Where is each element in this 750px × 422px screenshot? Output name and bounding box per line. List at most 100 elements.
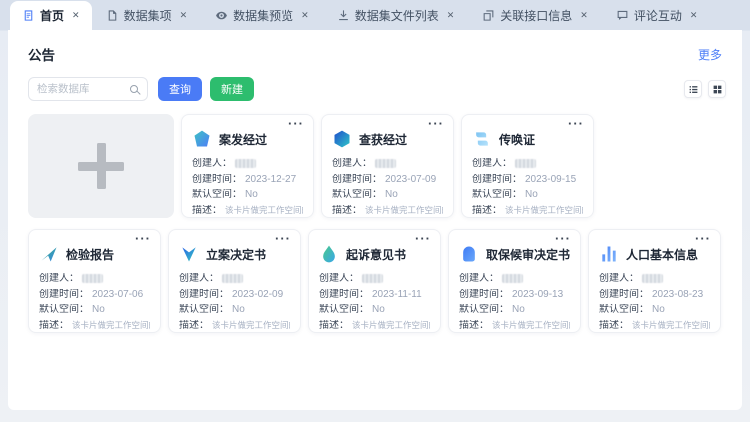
- description-label: 描述：: [459, 320, 489, 331]
- card-fields: 创建人： 创建时间： 2023-12-27 默认空间： No 描述： 该卡片做完…: [192, 158, 303, 216]
- tab[interactable]: 数据集项 ✕: [92, 1, 202, 30]
- default-space-value: No: [372, 304, 385, 315]
- created-at-label: 创建时间：: [599, 289, 649, 300]
- dataset-card[interactable]: ··· 传唤证 创建人： 创建时间： 2023-09-15 默认空间：: [461, 114, 594, 218]
- description-value: 该卡片做完工作空间的展示: [212, 320, 290, 331]
- created-at-value: 2023-07-09: [385, 174, 436, 185]
- description-field: 描述： 该卡片做完工作空间的展示: [459, 320, 570, 331]
- creator-label: 创建人：: [179, 273, 219, 284]
- description-label: 描述：: [599, 320, 629, 331]
- created-at-value: 2023-02-09: [232, 289, 283, 300]
- more-menu-icon[interactable]: ···: [555, 231, 571, 246]
- dataset-card[interactable]: ··· 案发经过 创建人： 创建时间： 2023-12-27 默认空间：: [181, 114, 314, 218]
- card-fields: 创建人： 创建时间： 2023-08-23 默认空间： No 描述： 该卡片做完…: [599, 273, 710, 331]
- search-input[interactable]: [37, 83, 125, 95]
- default-space-value: No: [232, 304, 245, 315]
- default-space-label: 默认空间：: [472, 189, 522, 200]
- description-value: 该卡片做完工作空间的展示: [505, 205, 583, 216]
- tab-icon: [22, 9, 35, 22]
- creator-redacted-value: [515, 159, 536, 168]
- grid-view-icon: [712, 84, 723, 95]
- close-tab-icon[interactable]: ✕: [180, 11, 188, 20]
- default-space-field: 默认空间： No: [599, 304, 710, 315]
- create-button[interactable]: 新建: [210, 77, 254, 101]
- more-menu-icon[interactable]: ···: [135, 231, 151, 246]
- created-at-value: 2023-08-23: [652, 289, 703, 300]
- card-header: 查获经过: [332, 128, 443, 150]
- created-at-label: 创建时间：: [192, 174, 242, 185]
- default-space-value: No: [92, 304, 105, 315]
- description-value: 该卡片做完工作空间的展示: [492, 320, 570, 331]
- default-space-value: No: [512, 304, 525, 315]
- more-link[interactable]: 更多: [698, 46, 722, 63]
- description-value: 该卡片做完工作空间的展示: [352, 320, 430, 331]
- default-space-value: No: [245, 189, 258, 200]
- tab-label: 评论互动: [634, 10, 682, 22]
- dataset-card[interactable]: ··· 查获经过 创建人： 创建时间： 2023-07-09 默认空间：: [321, 114, 454, 218]
- card-title: 人口基本信息: [626, 246, 698, 263]
- tab[interactable]: 首页 ✕: [10, 1, 92, 30]
- card-title: 立案决定书: [206, 246, 266, 263]
- created-at-label: 创建时间：: [319, 289, 369, 300]
- creator-redacted-value: [82, 274, 103, 283]
- tab-icon: [337, 9, 350, 22]
- creator-label: 创建人：: [39, 273, 79, 284]
- default-space-label: 默认空间：: [192, 189, 242, 200]
- search-box: [28, 77, 148, 101]
- created-at-label: 创建时间：: [179, 289, 229, 300]
- default-space-label: 默认空间：: [319, 304, 369, 315]
- creator-field: 创建人：: [459, 273, 570, 284]
- tab-label: 数据集预览: [233, 10, 293, 22]
- tab[interactable]: 关联接口信息 ✕: [468, 1, 602, 30]
- more-menu-icon[interactable]: ···: [275, 231, 291, 246]
- dataset-card[interactable]: ··· 取保候审决定书 创建人： 创建时间： 2023-09-13 默认: [448, 229, 581, 333]
- created-at-field: 创建时间： 2023-07-09: [332, 174, 443, 185]
- more-menu-icon[interactable]: ···: [415, 231, 431, 246]
- default-space-label: 默认空间：: [179, 304, 229, 315]
- card-header: 检验报告: [39, 243, 150, 265]
- creator-label: 创建人：: [332, 158, 372, 169]
- description-field: 描述： 该卡片做完工作空间的展示: [192, 205, 303, 216]
- description-value: 该卡片做完工作空间的展示: [72, 320, 150, 331]
- more-menu-icon[interactable]: ···: [695, 231, 711, 246]
- card-icon: [599, 244, 619, 264]
- tab-icon: [215, 9, 228, 22]
- more-menu-icon[interactable]: ···: [288, 116, 304, 131]
- more-menu-icon[interactable]: ···: [428, 116, 444, 131]
- description-field: 描述： 该卡片做完工作空间的展示: [179, 320, 290, 331]
- dataset-card[interactable]: ··· 起诉意见书 创建人： 创建时间： 2023-11-11 默认空间: [308, 229, 441, 333]
- dataset-card[interactable]: ··· 检验报告 创建人： 创建时间： 2023-07-06 默认空间：: [28, 229, 161, 333]
- toolbar: 查询 新建: [8, 77, 742, 101]
- creator-field: 创建人：: [599, 273, 710, 284]
- close-tab-icon[interactable]: ✕: [301, 11, 309, 20]
- tab[interactable]: 数据集预览 ✕: [201, 1, 323, 30]
- creator-field: 创建人：: [39, 273, 150, 284]
- tab[interactable]: 数据集文件列表 ✕: [323, 1, 469, 30]
- default-space-label: 默认空间：: [332, 189, 382, 200]
- close-tab-icon[interactable]: ✕: [72, 11, 80, 20]
- query-button[interactable]: 查询: [158, 77, 202, 101]
- card-icon: [319, 244, 339, 264]
- list-view-icon: [688, 84, 699, 95]
- tab[interactable]: 评论互动 ✕: [602, 1, 712, 30]
- description-field: 描述： 该卡片做完工作空间的展示: [599, 320, 710, 331]
- close-tab-icon[interactable]: ✕: [447, 11, 455, 20]
- grid-view-toggle[interactable]: [708, 80, 726, 98]
- search-icon[interactable]: [130, 85, 138, 93]
- creator-label: 创建人：: [599, 273, 639, 284]
- card-fields: 创建人： 创建时间： 2023-02-09 默认空间： No 描述： 该卡片做完…: [179, 273, 290, 331]
- close-tab-icon[interactable]: ✕: [690, 11, 698, 20]
- card-title: 起诉意见书: [346, 246, 406, 263]
- dataset-card[interactable]: ··· 人口基本信息 创建人： 创建时间： 2023-08-23 默认空: [588, 229, 721, 333]
- list-view-toggle[interactable]: [684, 80, 702, 98]
- view-toggles: [684, 80, 726, 98]
- tab-label: 首页: [40, 10, 64, 22]
- add-card[interactable]: [28, 114, 174, 218]
- more-menu-icon[interactable]: ···: [568, 116, 584, 131]
- card-icon: [179, 244, 199, 264]
- creator-redacted-value: [502, 274, 523, 283]
- created-at-value: 2023-09-13: [512, 289, 563, 300]
- dataset-card[interactable]: ··· 立案决定书 创建人： 创建时间： 2023-02-09 默认空间: [168, 229, 301, 333]
- close-tab-icon[interactable]: ✕: [580, 11, 588, 20]
- description-label: 描述：: [179, 320, 209, 331]
